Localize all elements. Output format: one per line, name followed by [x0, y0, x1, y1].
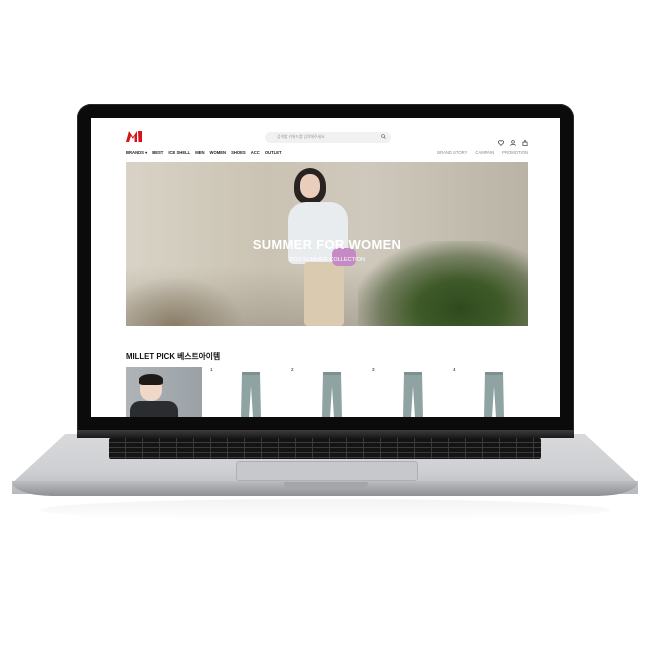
sub-nav: BRAND STORY CAMPAIN PROMOTION — [437, 150, 528, 155]
model-body — [130, 401, 178, 417]
sub-nav-promotion[interactable]: PROMOTION — [502, 150, 528, 155]
nav-item-best[interactable]: BEST — [152, 150, 163, 155]
nav-item-brands[interactable]: BRANDS ▾ — [126, 150, 147, 155]
nav-item-men[interactable]: MEN — [195, 150, 204, 155]
utility-icons — [498, 133, 528, 146]
hero-subtitle: 2023 SUMMER COLLECTION — [288, 257, 366, 263]
laptop-screen: 검색할 키워드를 입력해주세요. BRANDS ▾ BEST ICE SHELL… — [91, 118, 560, 417]
laptop-trackpad — [236, 461, 418, 481]
site-header: 검색할 키워드를 입력해주세요. BRANDS ▾ BEST ICE SHELL… — [91, 118, 560, 163]
laptop-opening-notch — [284, 482, 368, 489]
search-icon[interactable] — [381, 134, 386, 139]
product-rank: 1 — [210, 367, 213, 372]
screen-bottom-bezel — [91, 417, 560, 430]
laptop-hinge — [77, 430, 574, 438]
nav-item-women[interactable]: WOMEN — [210, 150, 227, 155]
cart-icon[interactable] — [522, 133, 528, 146]
model-hair-male — [139, 374, 163, 385]
pants-image — [241, 372, 261, 417]
nav-item-shoes[interactable]: SHOES — [231, 150, 246, 155]
pants-image — [322, 372, 342, 417]
search-input[interactable]: 검색할 키워드를 입력해주세요. — [277, 135, 326, 140]
section-title: MILLET PICK 베스트아이템 — [126, 352, 221, 361]
nav-item-acc[interactable]: ACC — [251, 150, 260, 155]
search-bar[interactable]: 검색할 키워드를 입력해주세요. — [265, 132, 391, 143]
hero-banner[interactable]: SUMMER FOR WOMEN 2023 SUMMER COLLECTION — [126, 162, 528, 326]
user-icon[interactable] — [510, 133, 516, 146]
main-nav: BRANDS ▾ BEST ICE SHELL MEN WOMEN SHOES … — [126, 150, 282, 155]
laptop-keyboard — [109, 438, 541, 459]
sub-nav-campain[interactable]: CAMPAIN — [475, 150, 494, 155]
nav-item-ice-shell[interactable]: ICE SHELL — [168, 150, 190, 155]
sub-nav-brand-story[interactable]: BRAND STORY — [437, 150, 467, 155]
pants-image — [484, 372, 504, 417]
hero-plants — [358, 241, 528, 326]
heart-icon[interactable] — [498, 133, 504, 146]
product-card[interactable]: 4 — [453, 367, 529, 417]
nav-item-outlet[interactable]: OUTLET — [265, 150, 282, 155]
product-rank: 2 — [291, 367, 294, 372]
model-pants — [304, 262, 344, 326]
product-card[interactable]: 2 — [291, 367, 367, 417]
model-face — [300, 174, 320, 198]
millet-logo[interactable] — [126, 131, 142, 142]
product-card[interactable]: 3 — [372, 367, 448, 417]
product-rank: 4 — [453, 367, 456, 372]
pants-image — [403, 372, 423, 417]
product-rank: 3 — [372, 367, 375, 372]
hero-title: SUMMER FOR WOMEN — [252, 237, 402, 252]
product-card[interactable]: 1 — [210, 367, 286, 417]
laptop-reflection — [40, 499, 610, 521]
hero-dry-grass — [126, 276, 246, 326]
featured-model-image[interactable] — [126, 367, 202, 417]
